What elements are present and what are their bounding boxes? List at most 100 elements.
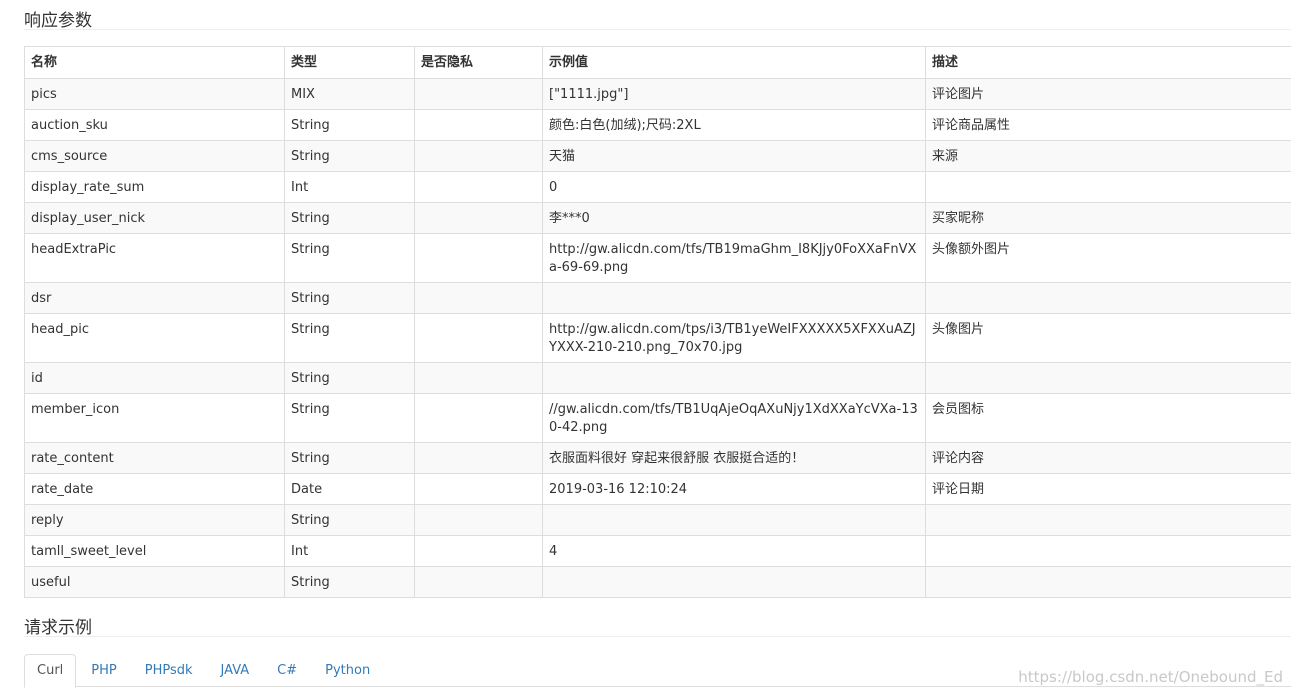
cell-name: useful <box>24 566 285 598</box>
cell-private <box>414 78 543 110</box>
tab-curl[interactable]: Curl <box>24 654 77 688</box>
column-header-description: 描述 <box>925 46 1291 79</box>
cell-name: dsr <box>24 282 285 314</box>
cell-private <box>414 202 543 234</box>
cell-private <box>414 535 543 567</box>
response-params-title: 响应参数 <box>24 11 92 31</box>
cell-example <box>542 362 926 394</box>
cell-private <box>414 566 543 598</box>
cell-description: 会员图标 <box>925 393 1291 443</box>
response-params-table: 名称 类型 是否隐私 示例值 描述 pics MIX ["1111.jpg"] … <box>24 46 1291 598</box>
table-row: auction_sku String 颜色:白色(加绒);尺码:2XL 评论商品… <box>24 109 1291 141</box>
cell-example: 衣服面料很好 穿起来很舒服 衣服挺合适的！ <box>542 442 926 474</box>
table-row: id String <box>24 362 1291 394</box>
cell-example: 李***0 <box>542 202 926 234</box>
request-example-title: 请求示例 <box>24 618 92 638</box>
cell-private <box>414 442 543 474</box>
cell-private <box>414 140 543 172</box>
cell-type: String <box>284 202 415 234</box>
response-title-divider <box>24 29 1291 30</box>
cell-name: tamll_sweet_level <box>24 535 285 567</box>
cell-name: reply <box>24 504 285 536</box>
cell-private <box>414 504 543 536</box>
cell-example: http://gw.alicdn.com/tfs/TB19maGhm_I8KJj… <box>542 233 926 283</box>
cell-type: String <box>284 109 415 141</box>
cell-private <box>414 109 543 141</box>
cell-name: headExtraPic <box>24 233 285 283</box>
csdn-watermark: https://blog.csdn.net/Onebound_Ed <box>1018 668 1283 686</box>
tab-phpsdk[interactable]: PHPsdk <box>132 654 206 687</box>
tab-python[interactable]: Python <box>312 654 383 687</box>
cell-type: Date <box>284 473 415 505</box>
cell-type: Int <box>284 171 415 203</box>
cell-type: String <box>284 362 415 394</box>
cell-name: id <box>24 362 285 394</box>
cell-description <box>925 362 1291 394</box>
tab-java[interactable]: JAVA <box>208 654 263 687</box>
cell-type: String <box>284 140 415 172</box>
cell-example <box>542 566 926 598</box>
table-row: head_pic String http://gw.alicdn.com/tps… <box>24 313 1291 363</box>
table-row: cms_source String 天猫 来源 <box>24 140 1291 172</box>
cell-description: 评论商品属性 <box>925 109 1291 141</box>
column-header-type: 类型 <box>284 46 415 79</box>
cell-description <box>925 171 1291 203</box>
cell-description <box>925 504 1291 536</box>
cell-name: display_user_nick <box>24 202 285 234</box>
cell-name: head_pic <box>24 313 285 363</box>
cell-name: auction_sku <box>24 109 285 141</box>
cell-example: //gw.alicdn.com/tfs/TB1UqAjeOqAXuNjy1XdX… <box>542 393 926 443</box>
cell-example <box>542 282 926 314</box>
cell-example: 2019-03-16 12:10:24 <box>542 473 926 505</box>
cell-description: 来源 <box>925 140 1291 172</box>
table-row: pics MIX ["1111.jpg"] 评论图片 <box>24 78 1291 110</box>
cell-description: 评论内容 <box>925 442 1291 474</box>
table-row: display_rate_sum Int 0 <box>24 171 1291 203</box>
cell-description: 头像额外图片 <box>925 233 1291 283</box>
cell-description: 评论图片 <box>925 78 1291 110</box>
cell-description <box>925 535 1291 567</box>
cell-type: String <box>284 393 415 443</box>
cell-description <box>925 566 1291 598</box>
cell-type: Int <box>284 535 415 567</box>
cell-private <box>414 393 543 443</box>
table-row: display_user_nick String 李***0 买家昵称 <box>24 202 1291 234</box>
table-header-row: 名称 类型 是否隐私 示例值 描述 <box>24 46 1291 79</box>
cell-example: 颜色:白色(加绒);尺码:2XL <box>542 109 926 141</box>
tab-php[interactable]: PHP <box>78 654 129 687</box>
table-row: headExtraPic String http://gw.alicdn.com… <box>24 233 1291 283</box>
cell-example <box>542 504 926 536</box>
tab-csharp[interactable]: C# <box>264 654 310 687</box>
cell-example: ["1111.jpg"] <box>542 78 926 110</box>
cell-example: 天猫 <box>542 140 926 172</box>
cell-type: MIX <box>284 78 415 110</box>
cell-name: cms_source <box>24 140 285 172</box>
table-row: rate_content String 衣服面料很好 穿起来很舒服 衣服挺合适的… <box>24 442 1291 474</box>
request-title-divider <box>24 636 1291 637</box>
cell-name: rate_date <box>24 473 285 505</box>
table-row: useful String <box>24 566 1291 598</box>
cell-private <box>414 282 543 314</box>
cell-private <box>414 362 543 394</box>
column-header-private: 是否隐私 <box>414 46 543 79</box>
table-row: rate_date Date 2019-03-16 12:10:24 评论日期 <box>24 473 1291 505</box>
table-row: tamll_sweet_level Int 4 <box>24 535 1291 567</box>
table-row: member_icon String //gw.alicdn.com/tfs/T… <box>24 393 1291 443</box>
cell-description <box>925 282 1291 314</box>
column-header-name: 名称 <box>24 46 285 79</box>
cell-description: 买家昵称 <box>925 202 1291 234</box>
cell-name: display_rate_sum <box>24 171 285 203</box>
table-row: reply String <box>24 504 1291 536</box>
column-header-example: 示例值 <box>542 46 926 79</box>
cell-example: 4 <box>542 535 926 567</box>
cell-private <box>414 313 543 363</box>
cell-private <box>414 171 543 203</box>
cell-private <box>414 473 543 505</box>
cell-type: String <box>284 282 415 314</box>
cell-type: String <box>284 504 415 536</box>
cell-example: 0 <box>542 171 926 203</box>
cell-description: 头像图片 <box>925 313 1291 363</box>
cell-name: member_icon <box>24 393 285 443</box>
cell-name: rate_content <box>24 442 285 474</box>
cell-type: String <box>284 566 415 598</box>
